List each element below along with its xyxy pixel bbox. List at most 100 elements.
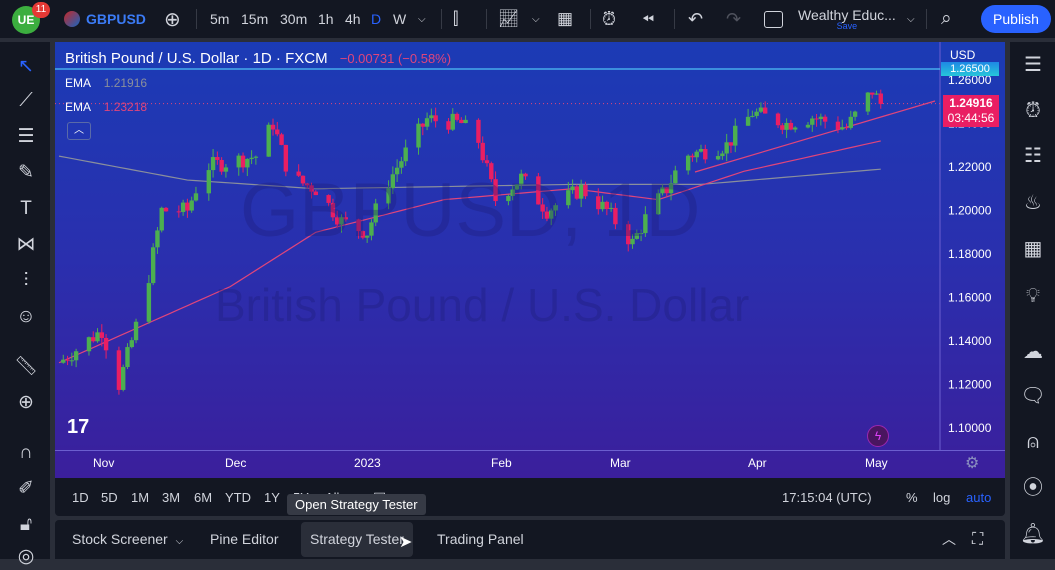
tab-stock-screener[interactable]: Stock Screener ⌵: [63, 520, 192, 559]
collapse-legend-button[interactable]: ︿: [67, 122, 91, 140]
interval-D[interactable]: D: [371, 0, 381, 38]
hotlist-icon[interactable]: ♨: [1019, 189, 1047, 217]
interval-W[interactable]: W: [393, 0, 406, 38]
interval-1h[interactable]: 1h: [318, 0, 334, 38]
interval-dropdown-icon[interactable]: ⌵: [418, 0, 426, 38]
trend-line[interactable]: [694, 100, 936, 173]
mouse-cursor-icon: ➤: [399, 534, 413, 551]
range-6M[interactable]: 6M: [194, 490, 212, 505]
publish-button[interactable]: Publish: [981, 5, 1051, 33]
emoji-icon[interactable]: ☺: [13, 304, 39, 330]
range-1M[interactable]: 1M: [131, 490, 149, 505]
candle-body: [61, 359, 66, 363]
interval-5m[interactable]: 5m: [210, 0, 229, 38]
layout-dropdown-icon[interactable]: ⌵: [907, 0, 915, 38]
lock-icon[interactable]: 🔓︎: [13, 512, 39, 538]
range-bar: 1D5D1M3M6MYTD1Y5YAll ▭ 17:15:04 (UTC) % …: [55, 478, 1005, 516]
ema-fast-legend[interactable]: EMA 1.23218: [65, 100, 147, 114]
price-change: −0.00731 (−0.58%): [339, 51, 452, 66]
candle-body: [835, 121, 841, 130]
indicators-icon[interactable]: 📈︎: [498, 0, 520, 38]
candle-body: [403, 147, 408, 162]
alarm-icon[interactable]: ⏰︎: [1019, 97, 1047, 125]
candle-body: [758, 107, 764, 112]
candle-body: [690, 155, 695, 158]
pattern-icon[interactable]: ⋈: [13, 232, 39, 258]
add-symbol-icon[interactable]: ⊕: [164, 0, 181, 38]
range-YTD[interactable]: YTD: [225, 490, 251, 505]
notifications-bell-icon[interactable]: 🔔︎: [1019, 520, 1047, 548]
eye-icon[interactable]: ◎: [13, 544, 39, 570]
candle-body: [424, 118, 430, 127]
fib-lines-icon[interactable]: ☰: [13, 124, 39, 150]
watchlist-icon[interactable]: ☰: [1019, 51, 1047, 79]
candle-body: [878, 93, 883, 104]
candles-icon[interactable]: ⫿: [453, 0, 458, 38]
candle-body: [155, 230, 160, 248]
settings-gear-icon[interactable]: ⚙: [965, 453, 979, 473]
percent-toggle[interactable]: %: [906, 490, 918, 505]
candle-body: [163, 207, 169, 212]
price-chart[interactable]: 1.260001.240001.220001.200001.180001.160…: [55, 42, 1005, 478]
currency-selector[interactable]: USD: [950, 48, 975, 62]
zoom-in-icon[interactable]: ⊕: [13, 390, 39, 416]
lightning-icon[interactable]: ϟ: [867, 425, 889, 447]
range-1D[interactable]: 1D: [72, 490, 89, 505]
magnet-icon[interactable]: ∩: [13, 440, 39, 466]
alert-icon[interactable]: ⏰︎: [602, 0, 616, 38]
calendar-icon[interactable]: ▦: [1019, 235, 1047, 263]
maximize-panel-icon[interactable]: ⛶: [963, 520, 992, 559]
lock-drawing-icon[interactable]: ✐: [13, 476, 39, 502]
candle-body: [788, 122, 794, 130]
log-toggle[interactable]: log: [933, 490, 950, 505]
redo-icon[interactable]: ↷: [726, 0, 741, 38]
text-icon[interactable]: T: [13, 196, 39, 222]
search-icon[interactable]: ⌕: [941, 0, 952, 38]
chat-icon[interactable]: 🗨︎: [1019, 382, 1047, 410]
range-3M[interactable]: 3M: [162, 490, 180, 505]
candle-body: [780, 125, 785, 130]
time-label: Dec: [225, 456, 247, 470]
candle-body: [129, 340, 134, 348]
utc-clock[interactable]: 17:15:04 (UTC): [782, 490, 872, 505]
tab-pine-editor[interactable]: Pine Editor: [201, 520, 287, 559]
candle-body: [121, 367, 126, 390]
news-icon[interactable]: ☷: [1019, 142, 1047, 170]
ideas-icon[interactable]: 💡︎: [1019, 282, 1047, 310]
candle-body: [810, 118, 815, 125]
chart-pane[interactable]: 1.260001.240001.220001.200001.180001.160…: [55, 42, 1005, 478]
undo-icon[interactable]: ↶: [688, 0, 703, 38]
ema-slow-legend[interactable]: EMA 1.21916: [65, 76, 147, 90]
auto-toggle[interactable]: auto: [966, 490, 991, 505]
candle-body: [133, 321, 139, 341]
candle-body: [249, 157, 254, 159]
tab-strategy-tester[interactable]: Strategy Tester: [301, 522, 413, 557]
candle-body: [848, 116, 853, 128]
candle-body: [463, 119, 468, 124]
help-icon[interactable]: ⍝: [1019, 428, 1047, 456]
candle-body: [865, 92, 871, 112]
replay-icon[interactable]: ⏪︎: [642, 0, 654, 38]
trendline-icon[interactable]: ⟋: [13, 88, 39, 114]
layout-grid-icon[interactable]: ▦: [557, 0, 573, 38]
streams-icon[interactable]: ☁: [1019, 338, 1047, 366]
indicators-dropdown-icon[interactable]: ⌵: [532, 0, 540, 38]
broadcast-icon[interactable]: ⦿: [1019, 474, 1047, 502]
tab-trading-panel[interactable]: Trading Panel: [428, 520, 533, 559]
time-axis[interactable]: [55, 450, 1005, 478]
brush-icon[interactable]: ✎: [13, 160, 39, 186]
range-5D[interactable]: 5D: [101, 490, 118, 505]
collapse-panel-icon[interactable]: ︿: [933, 520, 965, 559]
fullscreen-square-icon[interactable]: [764, 0, 783, 38]
y-tick-label: 1.14000: [948, 334, 992, 348]
interval-4h[interactable]: 4h: [345, 0, 361, 38]
cursor-icon[interactable]: ↖: [13, 54, 39, 80]
layout-name-button[interactable]: Wealthy Educ... Save: [798, 0, 896, 38]
symbol-search[interactable]: GBPUSD: [64, 0, 146, 38]
interval-30m[interactable]: 30m: [280, 0, 307, 38]
tab-label: Stock Screener: [72, 531, 168, 547]
range-1Y[interactable]: 1Y: [264, 490, 280, 505]
ruler-icon[interactable]: 📏︎: [13, 354, 39, 380]
interval-15m[interactable]: 15m: [241, 0, 268, 38]
prediction-icon[interactable]: ⫶: [13, 268, 39, 294]
